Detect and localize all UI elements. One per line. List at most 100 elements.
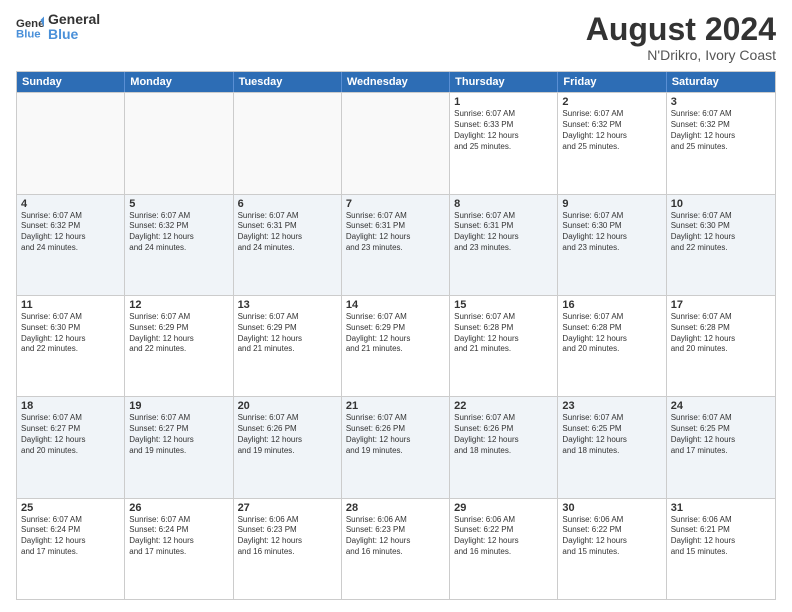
day-number: 16 — [562, 299, 661, 311]
cal-cell: 15Sunrise: 6:07 AM Sunset: 6:28 PM Dayli… — [450, 296, 558, 396]
cell-info: Sunrise: 6:06 AM Sunset: 6:22 PM Dayligh… — [562, 515, 661, 558]
cal-cell: 2Sunrise: 6:07 AM Sunset: 6:32 PM Daylig… — [558, 93, 666, 193]
cell-info: Sunrise: 6:06 AM Sunset: 6:23 PM Dayligh… — [238, 515, 337, 558]
day-number: 22 — [454, 400, 553, 412]
cell-info: Sunrise: 6:07 AM Sunset: 6:28 PM Dayligh… — [671, 312, 771, 355]
cell-info: Sunrise: 6:06 AM Sunset: 6:21 PM Dayligh… — [671, 515, 771, 558]
cal-cell: 30Sunrise: 6:06 AM Sunset: 6:22 PM Dayli… — [558, 499, 666, 599]
cell-info: Sunrise: 6:07 AM Sunset: 6:32 PM Dayligh… — [562, 109, 661, 152]
cal-cell: 20Sunrise: 6:07 AM Sunset: 6:26 PM Dayli… — [234, 397, 342, 497]
logo-general: General — [48, 12, 100, 27]
cell-info: Sunrise: 6:07 AM Sunset: 6:25 PM Dayligh… — [562, 413, 661, 456]
calendar-body: 1Sunrise: 6:07 AM Sunset: 6:33 PM Daylig… — [17, 92, 775, 599]
cal-cell: 18Sunrise: 6:07 AM Sunset: 6:27 PM Dayli… — [17, 397, 125, 497]
cal-cell: 24Sunrise: 6:07 AM Sunset: 6:25 PM Dayli… — [667, 397, 775, 497]
cal-cell: 10Sunrise: 6:07 AM Sunset: 6:30 PM Dayli… — [667, 195, 775, 295]
cell-info: Sunrise: 6:07 AM Sunset: 6:26 PM Dayligh… — [454, 413, 553, 456]
logo-blue: Blue — [48, 27, 100, 42]
calendar-row-5: 25Sunrise: 6:07 AM Sunset: 6:24 PM Dayli… — [17, 498, 775, 599]
cell-info: Sunrise: 6:07 AM Sunset: 6:28 PM Dayligh… — [562, 312, 661, 355]
cell-info: Sunrise: 6:07 AM Sunset: 6:32 PM Dayligh… — [21, 211, 120, 254]
cal-cell: 5Sunrise: 6:07 AM Sunset: 6:32 PM Daylig… — [125, 195, 233, 295]
cal-cell: 16Sunrise: 6:07 AM Sunset: 6:28 PM Dayli… — [558, 296, 666, 396]
day-number: 10 — [671, 198, 771, 210]
day-number: 20 — [238, 400, 337, 412]
cell-info: Sunrise: 6:07 AM Sunset: 6:32 PM Dayligh… — [129, 211, 228, 254]
cal-cell: 31Sunrise: 6:06 AM Sunset: 6:21 PM Dayli… — [667, 499, 775, 599]
cal-cell — [17, 93, 125, 193]
day-number: 29 — [454, 502, 553, 514]
cell-info: Sunrise: 6:07 AM Sunset: 6:27 PM Dayligh… — [21, 413, 120, 456]
cell-info: Sunrise: 6:07 AM Sunset: 6:31 PM Dayligh… — [346, 211, 445, 254]
cell-info: Sunrise: 6:07 AM Sunset: 6:29 PM Dayligh… — [238, 312, 337, 355]
page: General Blue General Blue August 2024 N'… — [0, 0, 792, 612]
header-day-wednesday: Wednesday — [342, 72, 450, 92]
cell-info: Sunrise: 6:07 AM Sunset: 6:30 PM Dayligh… — [671, 211, 771, 254]
day-number: 31 — [671, 502, 771, 514]
day-number: 26 — [129, 502, 228, 514]
header-day-thursday: Thursday — [450, 72, 558, 92]
cell-info: Sunrise: 6:07 AM Sunset: 6:31 PM Dayligh… — [454, 211, 553, 254]
day-number: 15 — [454, 299, 553, 311]
cal-cell: 14Sunrise: 6:07 AM Sunset: 6:29 PM Dayli… — [342, 296, 450, 396]
main-title: August 2024 — [586, 12, 776, 47]
cal-cell: 3Sunrise: 6:07 AM Sunset: 6:32 PM Daylig… — [667, 93, 775, 193]
day-number: 12 — [129, 299, 228, 311]
day-number: 18 — [21, 400, 120, 412]
cell-info: Sunrise: 6:07 AM Sunset: 6:30 PM Dayligh… — [21, 312, 120, 355]
day-number: 2 — [562, 96, 661, 108]
cal-cell: 26Sunrise: 6:07 AM Sunset: 6:24 PM Dayli… — [125, 499, 233, 599]
day-number: 19 — [129, 400, 228, 412]
cell-info: Sunrise: 6:07 AM Sunset: 6:31 PM Dayligh… — [238, 211, 337, 254]
cal-cell: 19Sunrise: 6:07 AM Sunset: 6:27 PM Dayli… — [125, 397, 233, 497]
cal-cell: 1Sunrise: 6:07 AM Sunset: 6:33 PM Daylig… — [450, 93, 558, 193]
cell-info: Sunrise: 6:07 AM Sunset: 6:30 PM Dayligh… — [562, 211, 661, 254]
cal-cell: 12Sunrise: 6:07 AM Sunset: 6:29 PM Dayli… — [125, 296, 233, 396]
day-number: 9 — [562, 198, 661, 210]
day-number: 25 — [21, 502, 120, 514]
day-number: 8 — [454, 198, 553, 210]
calendar-row-2: 4Sunrise: 6:07 AM Sunset: 6:32 PM Daylig… — [17, 194, 775, 295]
day-number: 11 — [21, 299, 120, 311]
cell-info: Sunrise: 6:07 AM Sunset: 6:24 PM Dayligh… — [21, 515, 120, 558]
cell-info: Sunrise: 6:07 AM Sunset: 6:24 PM Dayligh… — [129, 515, 228, 558]
day-number: 5 — [129, 198, 228, 210]
day-number: 30 — [562, 502, 661, 514]
cal-cell: 25Sunrise: 6:07 AM Sunset: 6:24 PM Dayli… — [17, 499, 125, 599]
cell-info: Sunrise: 6:07 AM Sunset: 6:32 PM Dayligh… — [671, 109, 771, 152]
cal-cell: 8Sunrise: 6:07 AM Sunset: 6:31 PM Daylig… — [450, 195, 558, 295]
cal-cell: 6Sunrise: 6:07 AM Sunset: 6:31 PM Daylig… — [234, 195, 342, 295]
calendar-row-1: 1Sunrise: 6:07 AM Sunset: 6:33 PM Daylig… — [17, 92, 775, 193]
cell-info: Sunrise: 6:07 AM Sunset: 6:29 PM Dayligh… — [129, 312, 228, 355]
cal-cell — [125, 93, 233, 193]
cal-cell: 9Sunrise: 6:07 AM Sunset: 6:30 PM Daylig… — [558, 195, 666, 295]
cell-info: Sunrise: 6:07 AM Sunset: 6:29 PM Dayligh… — [346, 312, 445, 355]
cell-info: Sunrise: 6:06 AM Sunset: 6:22 PM Dayligh… — [454, 515, 553, 558]
header-day-tuesday: Tuesday — [234, 72, 342, 92]
day-number: 6 — [238, 198, 337, 210]
day-number: 27 — [238, 502, 337, 514]
day-number: 13 — [238, 299, 337, 311]
header-day-friday: Friday — [558, 72, 666, 92]
calendar: SundayMondayTuesdayWednesdayThursdayFrid… — [16, 71, 776, 600]
cal-cell: 4Sunrise: 6:07 AM Sunset: 6:32 PM Daylig… — [17, 195, 125, 295]
header-day-monday: Monday — [125, 72, 233, 92]
calendar-row-4: 18Sunrise: 6:07 AM Sunset: 6:27 PM Dayli… — [17, 396, 775, 497]
header-day-sunday: Sunday — [17, 72, 125, 92]
header-day-saturday: Saturday — [667, 72, 775, 92]
header: General Blue General Blue August 2024 N'… — [16, 12, 776, 63]
cal-cell: 22Sunrise: 6:07 AM Sunset: 6:26 PM Dayli… — [450, 397, 558, 497]
cal-cell: 11Sunrise: 6:07 AM Sunset: 6:30 PM Dayli… — [17, 296, 125, 396]
cal-cell: 17Sunrise: 6:07 AM Sunset: 6:28 PM Dayli… — [667, 296, 775, 396]
subtitle: N'Drikro, Ivory Coast — [586, 47, 776, 63]
day-number: 4 — [21, 198, 120, 210]
logo-icon: General Blue — [16, 13, 44, 41]
cal-cell: 21Sunrise: 6:07 AM Sunset: 6:26 PM Dayli… — [342, 397, 450, 497]
calendar-row-3: 11Sunrise: 6:07 AM Sunset: 6:30 PM Dayli… — [17, 295, 775, 396]
day-number: 24 — [671, 400, 771, 412]
cell-info: Sunrise: 6:07 AM Sunset: 6:26 PM Dayligh… — [238, 413, 337, 456]
day-number: 17 — [671, 299, 771, 311]
day-number: 21 — [346, 400, 445, 412]
calendar-header: SundayMondayTuesdayWednesdayThursdayFrid… — [17, 72, 775, 92]
cell-info: Sunrise: 6:07 AM Sunset: 6:27 PM Dayligh… — [129, 413, 228, 456]
